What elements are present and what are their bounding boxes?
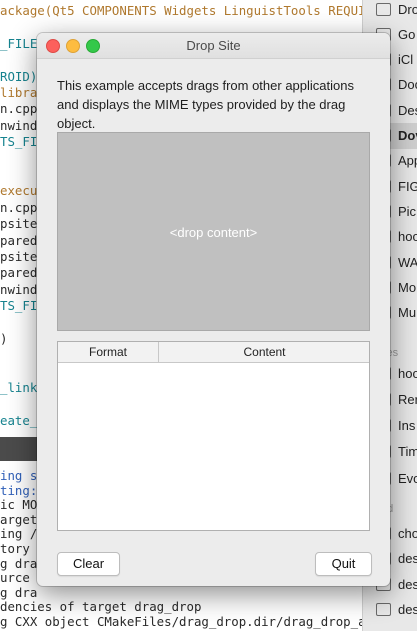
finder-sidebar-item-label: des: [398, 602, 417, 617]
code-text: n.cpp: [0, 101, 38, 117]
finder-sidebar-item-label: des: [398, 551, 417, 566]
output-line: tory: [0, 541, 30, 556]
finder-sidebar-item-label: Ins: [398, 418, 416, 434]
code-line: ackage(Qt5 COMPONENTS Widgets LinguistTo…: [0, 3, 362, 18]
code-line: n.cpp: [0, 200, 37, 215]
code-text: ): [0, 331, 8, 346]
output-line: ic MO: [0, 497, 37, 512]
finder-sidebar-item[interactable]: Dro: [363, 0, 417, 22]
code-line: nwind: [0, 118, 37, 133]
code-line: psite: [0, 216, 37, 231]
code-text: ROID): [0, 68, 38, 84]
finder-sidebar-item-label: Go: [398, 26, 416, 42]
finder-sidebar-item-label: hoo: [398, 365, 417, 381]
code-line: n.cpp: [0, 101, 37, 116]
clear-button[interactable]: Clear: [57, 552, 120, 576]
code-text: nwind: [0, 117, 38, 133]
finder-sidebar-item-label: Rer: [398, 391, 417, 407]
output-text: g dra: [0, 584, 38, 600]
code-line: psite: [0, 249, 37, 264]
folder-icon: [376, 2, 391, 16]
output-text: ting:: [0, 482, 38, 498]
code-line: ROID): [0, 69, 37, 84]
code-text: n.cpp: [0, 199, 38, 215]
output-line: g dra: [0, 556, 37, 571]
finder-sidebar-item-label: Mo: [398, 279, 417, 295]
code-text: psite: [0, 249, 38, 264]
output-line: ing /: [0, 526, 37, 541]
drop-area[interactable]: <drop content>: [57, 132, 370, 331]
finder-sidebar-item-label: hoo: [398, 229, 417, 245]
output-text: g CXX object CMakeFiles/drag_drop.dir/dr…: [0, 614, 362, 629]
output-text: urce: [0, 570, 30, 586]
drop-site-window: Drop Site This example accepts drags fro…: [37, 33, 390, 586]
code-line: nwind: [0, 282, 37, 297]
output-text: tory: [0, 541, 30, 556]
code-line: pared: [0, 233, 37, 248]
column-header-format[interactable]: Format: [58, 342, 159, 362]
finder-sidebar-item-label: Tim: [398, 444, 417, 460]
code-text: ackage(Qt5 COMPONENTS Widgets LinguistTo…: [0, 3, 362, 18]
output-line: dencies of target drag_drop: [0, 599, 201, 614]
finder-sidebar-item[interactable]: des: [363, 597, 417, 623]
output-text: ic MO: [0, 497, 38, 513]
finder-sidebar-item-label: Evo: [398, 470, 417, 486]
window-title: Drop Site: [186, 38, 241, 53]
finder-sidebar-item-label: Mu: [398, 305, 417, 321]
quit-button[interactable]: Quit: [315, 552, 372, 576]
finder-sidebar-item-label: Pic: [398, 203, 417, 219]
folder-icon: [376, 603, 391, 616]
finder-sidebar-item-label: Doc: [398, 77, 417, 93]
drop-placeholder: <drop content>: [169, 225, 258, 240]
window-titlebar[interactable]: Drop Site: [37, 33, 390, 59]
code-text: psite: [0, 216, 38, 232]
output-text: ing s: [0, 468, 38, 483]
code-text: pared: [0, 265, 38, 281]
finder-sidebar-item-label: App: [398, 153, 417, 169]
output-text: dencies of target drag_drop: [0, 599, 202, 615]
output-line: g dra: [0, 585, 37, 600]
output-line: ing s: [0, 468, 37, 483]
output-line: ting:: [0, 483, 37, 498]
output-text: ing /: [0, 526, 38, 542]
column-header-content[interactable]: Content: [159, 342, 370, 362]
code-line: pared: [0, 265, 37, 280]
finder-sidebar-item-label: Dro: [398, 1, 417, 17]
code-text: pared: [0, 232, 38, 248]
formats-table[interactable]: Format Content: [57, 341, 370, 531]
output-text: g dra: [0, 555, 38, 571]
output-line: arget: [0, 512, 37, 527]
finder-sidebar-item-label: Des: [398, 102, 417, 118]
finder-sidebar-item-label: des: [398, 576, 417, 592]
output-text: arget: [0, 511, 38, 527]
code-line: ): [0, 331, 7, 346]
output-line: g CXX object CMakeFiles/drag_drop.dir/dr…: [0, 614, 362, 629]
code-text: nwind: [0, 281, 38, 297]
finder-sidebar-item-label: FIG: [398, 178, 417, 194]
description-label: This example accepts drags from other ap…: [57, 78, 354, 131]
finder-sidebar-item-label: WA: [398, 254, 417, 270]
finder-sidebar-item-label: cho: [398, 525, 417, 541]
finder-sidebar-item-label: Dov: [398, 128, 417, 143]
finder-sidebar-item-label: iCl: [398, 52, 414, 68]
table-header: Format Content: [58, 342, 369, 363]
output-line: urce: [0, 570, 30, 585]
